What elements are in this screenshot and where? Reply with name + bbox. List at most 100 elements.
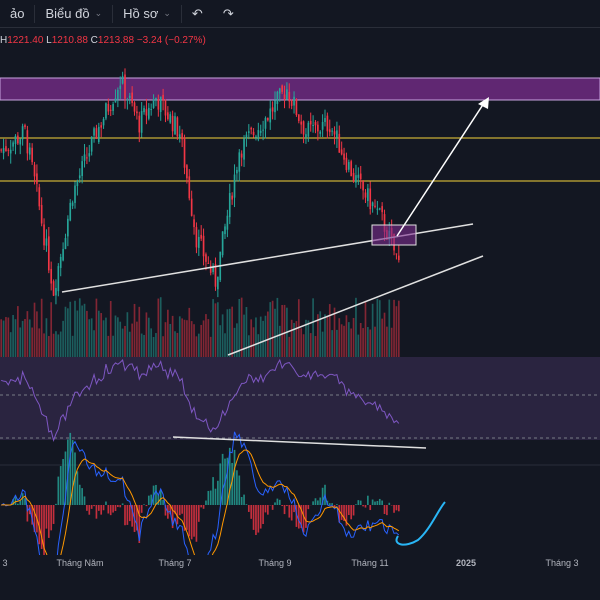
candle xyxy=(36,173,38,184)
macd-histogram-bar xyxy=(190,505,193,540)
volume-bar xyxy=(155,333,157,357)
volume-bar xyxy=(359,323,362,357)
candle xyxy=(176,117,179,137)
volume-bar xyxy=(188,307,191,357)
candle xyxy=(202,235,205,257)
volume-bar xyxy=(328,304,331,357)
volume-bar xyxy=(288,336,291,357)
candle xyxy=(67,218,69,237)
volume-bar xyxy=(352,317,355,357)
candle xyxy=(150,109,153,111)
candle xyxy=(24,125,26,128)
candle xyxy=(28,147,31,155)
volume-bar xyxy=(390,327,393,357)
macd-histogram-bar xyxy=(267,505,269,515)
volume-bar xyxy=(171,315,174,357)
candle xyxy=(81,161,83,176)
volume-bar xyxy=(164,322,167,357)
price-chart[interactable] xyxy=(0,0,600,555)
volume-bar xyxy=(157,298,160,357)
macd-histogram-bar xyxy=(290,505,293,521)
volume-bar xyxy=(238,299,241,357)
macd-histogram-bar xyxy=(83,496,86,505)
volume-bar xyxy=(181,318,183,357)
candle xyxy=(314,122,317,126)
candle xyxy=(233,174,236,198)
candle xyxy=(119,85,122,89)
volume-bar xyxy=(386,326,388,357)
macd-projection-curve[interactable] xyxy=(395,501,446,546)
macd-histogram-bar xyxy=(357,500,360,505)
volume-bar xyxy=(102,320,105,357)
candle xyxy=(305,134,307,138)
volume-bar xyxy=(245,306,248,357)
volume-bar xyxy=(74,300,76,357)
volume-bar xyxy=(340,324,343,357)
volume-bar xyxy=(393,299,395,357)
candle xyxy=(114,98,117,103)
candle xyxy=(124,74,126,99)
volume-bar xyxy=(369,329,372,357)
candle xyxy=(240,153,243,158)
volume-bar xyxy=(276,297,279,357)
volume-bar xyxy=(162,336,164,357)
volume-bar xyxy=(43,333,45,357)
volume-bar xyxy=(338,318,341,357)
macd-histogram-bar xyxy=(112,505,114,513)
macd-histogram-bar xyxy=(124,505,126,526)
axis-label: Tháng 11 xyxy=(351,558,389,568)
macd-histogram-bar xyxy=(93,505,95,507)
volume-bar xyxy=(117,317,119,357)
candle xyxy=(50,268,53,284)
projection-arrow[interactable] xyxy=(396,99,487,237)
macd-histogram-bar xyxy=(105,501,107,505)
macd-histogram-bar xyxy=(62,458,64,505)
candle xyxy=(397,255,400,261)
support-box[interactable] xyxy=(371,224,417,246)
candle xyxy=(250,127,253,130)
candle xyxy=(374,205,376,207)
volume-bar xyxy=(350,328,353,357)
volume-bar xyxy=(269,302,272,357)
macd-histogram-bar xyxy=(312,501,314,505)
macd-histogram-bar xyxy=(181,505,183,514)
candle xyxy=(376,208,379,210)
macd-histogram-bar xyxy=(155,484,157,505)
volume-bar xyxy=(21,320,24,357)
candle xyxy=(169,114,172,123)
candle xyxy=(105,103,107,119)
candle xyxy=(352,172,355,182)
candle xyxy=(290,100,293,106)
volume-bar xyxy=(57,334,60,357)
axis-label: Tháng 9 xyxy=(258,558,292,568)
volume-bar xyxy=(250,319,253,357)
volume-bar xyxy=(7,317,10,357)
volume-bar xyxy=(202,320,205,357)
volume-bar xyxy=(219,325,222,357)
volume-bar xyxy=(205,314,207,357)
macd-histogram-bar xyxy=(276,498,279,505)
volume-bar xyxy=(5,317,7,357)
macd-histogram-bar xyxy=(52,505,55,524)
candle xyxy=(171,115,174,132)
volume-bar xyxy=(131,323,133,357)
volume-bar xyxy=(95,298,98,357)
volume-bar xyxy=(67,308,69,357)
volume-bar xyxy=(136,321,138,357)
macd-histogram-bar xyxy=(214,488,217,505)
candle xyxy=(178,134,181,138)
volume-bar xyxy=(83,303,86,357)
macd-histogram-bar xyxy=(195,505,198,542)
axis-label: 3 xyxy=(2,558,8,568)
volume-bar xyxy=(224,333,226,357)
candle xyxy=(221,231,224,256)
volume-bar xyxy=(255,317,257,357)
candle xyxy=(88,153,91,157)
candle xyxy=(102,118,105,126)
volume-bar xyxy=(345,315,348,357)
macd-histogram-bar xyxy=(388,502,391,505)
volume-bar xyxy=(38,328,41,357)
macd-histogram-bar xyxy=(283,505,286,515)
macd-histogram-bar xyxy=(17,503,19,505)
macd-histogram-bar xyxy=(114,505,117,511)
